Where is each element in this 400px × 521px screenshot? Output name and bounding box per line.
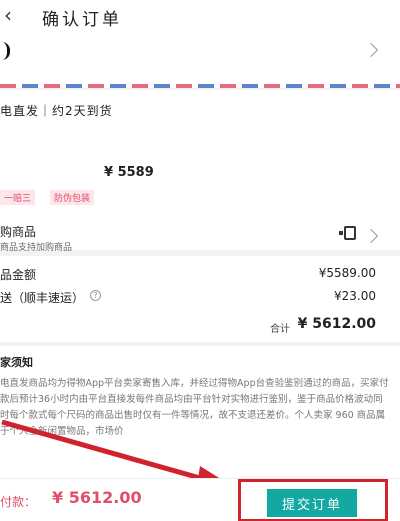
chevron-right-icon[interactable] <box>363 42 379 58</box>
address-divider <box>0 84 400 88</box>
product-price: ¥ 5589 <box>104 165 154 180</box>
bottom-bar: 付款： ¥ 5612.00 提交订单 <box>0 478 400 521</box>
pay-amount: ¥ 5612.00 <box>52 488 142 507</box>
notice-title: 家须知 <box>0 356 33 369</box>
fees-card: 品金额 ¥5589.00 送（顺丰速运） ? ¥23.00 合计 ¥ 5612.… <box>0 256 400 342</box>
help-icon[interactable]: ? <box>90 290 101 301</box>
fee-label-goods: 品金额 <box>0 268 37 282</box>
tag-anti-counterfeit: 防伪包装 <box>50 190 95 205</box>
addon-title[interactable]: 购商品 <box>0 223 36 240</box>
header-bar: ‹ 确认订单 <box>0 0 400 32</box>
product-card: 电直发｜约2天到货 ¥ 5589 一赔三 防伪包装 购商品 商品支持加购商品 <box>0 90 400 253</box>
fee-value-goods: ¥5589.00 <box>318 266 376 280</box>
chevron-left-icon[interactable]: ‹ <box>4 4 18 26</box>
total-label: 合计 <box>270 324 290 335</box>
submit-highlight: 提交订单 <box>238 479 388 521</box>
address-icon <box>0 42 10 60</box>
fee-value-shipping: ¥23.00 <box>334 289 376 303</box>
shipping-method: 电直发｜约2天到货 <box>0 104 113 118</box>
page-title: 确认订单 <box>42 10 122 30</box>
submit-order-button[interactable]: 提交订单 <box>267 489 357 517</box>
addon-subtitle: 商品支持加购商品 <box>0 243 73 253</box>
notice-text: 电直发商品均为得物App平台卖家寄售入库，并经过得物App台查验鉴别通过的商品，… <box>0 378 389 437</box>
total-value: ¥ 5612.00 <box>297 316 376 332</box>
tag-compensation: 一赔三 <box>0 190 36 205</box>
pay-label: 付款： <box>0 495 37 509</box>
fee-label-shipping: 送（顺丰速运） <box>0 291 85 305</box>
notice-card: 家须知 电直发商品均为得物App平台卖家寄售入库，并经过得物App台查验鉴别通过… <box>0 346 400 478</box>
address-card[interactable] <box>0 32 400 84</box>
phone-icon[interactable] <box>339 226 356 240</box>
chevron-right-icon[interactable] <box>363 228 379 244</box>
